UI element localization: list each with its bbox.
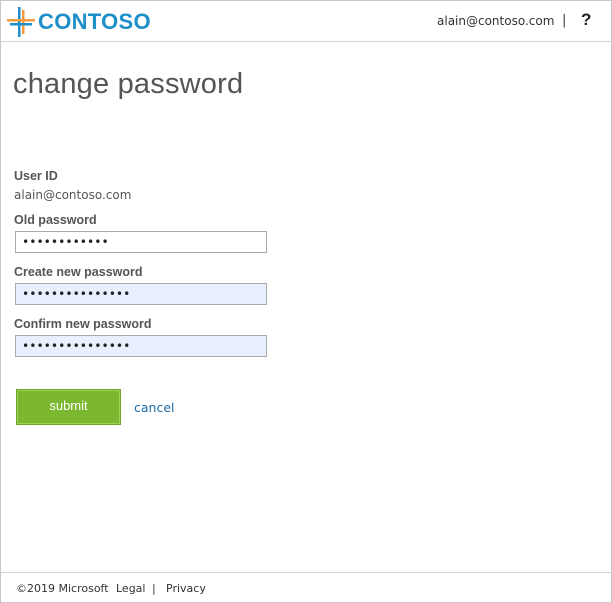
user-id-label: User ID — [14, 169, 58, 183]
cancel-link[interactable]: cancel — [134, 400, 175, 415]
old-password-field[interactable] — [15, 231, 267, 253]
confirm-password-label: Confirm new password — [14, 317, 152, 331]
copyright-text: ©2019 Microsoft — [16, 582, 109, 595]
brand-name: CONTOSO — [38, 9, 151, 34]
new-password-field[interactable] — [15, 283, 267, 305]
user-id-value: alain@contoso.com — [14, 188, 132, 202]
header-separator: | — [562, 13, 567, 28]
old-password-label: Old password — [14, 213, 97, 227]
privacy-link[interactable]: Privacy — [166, 582, 206, 595]
legal-link[interactable]: Legal — [116, 582, 145, 595]
new-password-label: Create new password — [14, 265, 143, 279]
footer-bar: ©2019 Microsoft Legal | Privacy — [1, 572, 611, 603]
signed-in-user-email[interactable]: alain@contoso.com — [437, 14, 554, 28]
contoso-logo-icon — [7, 7, 35, 37]
header-bar: CONTOSO alain@contoso.com | ? — [1, 1, 611, 42]
help-icon[interactable]: ? — [581, 10, 591, 30]
page-title: change password — [13, 68, 244, 100]
confirm-password-field[interactable] — [15, 335, 267, 357]
submit-button[interactable]: submit — [16, 389, 121, 425]
footer-separator: | — [152, 582, 156, 595]
app-frame: CONTOSO alain@contoso.com | ? change pas… — [0, 0, 612, 603]
